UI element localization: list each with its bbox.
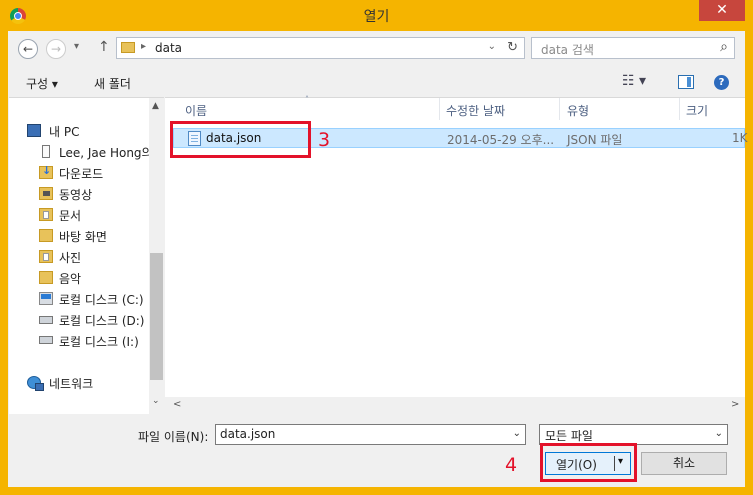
preview-pane-icon[interactable] (678, 75, 694, 89)
title-bar[interactable]: 열기 ✕ (0, 0, 753, 31)
computer-icon (27, 124, 41, 137)
nav-item-label: 로컬 디스크 (I:) (59, 335, 139, 349)
nav-item-label: 네트워크 (49, 377, 94, 391)
nav-item-label: 로컬 디스크 (C:) (59, 293, 144, 307)
column-header-type[interactable]: 유형 (567, 102, 589, 124)
organize-menu-button[interactable]: 구성 ▾ (26, 75, 58, 92)
desktop-folder-icon (39, 229, 53, 242)
nav-item-label: 음악 (59, 272, 82, 286)
filename-value: data.json (220, 427, 276, 441)
close-button[interactable]: ✕ (699, 0, 745, 21)
nav-item-label: Lee, Jae Hong의 (59, 146, 153, 160)
nav-item-label: 사진 (59, 251, 82, 265)
nav-item-label: 문서 (59, 209, 82, 223)
annotation-step-number: 3 (318, 129, 331, 151)
search-icon[interactable]: ⌕ (720, 39, 728, 55)
file-type-value: 모든 파일 (545, 429, 593, 443)
system-drive-icon (39, 292, 53, 305)
documents-folder-icon (39, 208, 53, 221)
file-type: JSON 파일 (567, 133, 623, 147)
downloads-folder-icon (39, 164, 53, 179)
annotation-highlight-open-button (540, 443, 637, 482)
column-divider[interactable] (559, 98, 560, 120)
window-title: 열기 (363, 9, 390, 25)
refresh-icon[interactable]: ↻ (507, 40, 518, 55)
scroll-left-icon[interactable]: < (173, 399, 181, 410)
annotation-highlight-file (170, 121, 311, 158)
search-input[interactable]: data 검색 ⌕ (531, 37, 735, 59)
nav-item-label: 다운로드 (59, 167, 104, 181)
pictures-folder-icon (39, 250, 53, 263)
change-view-button[interactable]: ☷ ▾ (622, 73, 646, 89)
nav-item-label: 내 PC (49, 125, 80, 139)
annotation-step-number: 4 (505, 454, 518, 476)
nav-item-label: 로컬 디스크 (D:) (59, 314, 145, 328)
nav-item-label: 바탕 화면 (59, 230, 107, 244)
file-list-horizontal-scrollbar[interactable]: < > (165, 397, 745, 414)
scroll-right-icon[interactable]: > (731, 399, 739, 410)
back-button[interactable]: ← (18, 39, 38, 59)
breadcrumb-current-folder[interactable]: data (155, 41, 182, 55)
forward-button[interactable]: → (46, 39, 66, 59)
column-divider[interactable] (679, 98, 680, 120)
file-type-dropdown-icon[interactable]: ⌄ (715, 428, 723, 439)
sort-ascending-icon: ˄ (305, 95, 309, 104)
filename-input[interactable]: data.json ⌄ (215, 424, 526, 445)
recent-locations-button[interactable]: ▾ (74, 41, 79, 52)
file-size: 1K (732, 131, 748, 145)
music-folder-icon (39, 271, 53, 284)
scroll-down-icon[interactable]: ⌄ (152, 396, 160, 406)
filename-dropdown-icon[interactable]: ⌄ (513, 428, 521, 439)
scroll-up-icon[interactable]: ▲ (152, 101, 159, 111)
open-file-dialog: 열기 ✕ ← → ▾ ↑ ▸ data ⌄ ↻ data 검색 ⌕ 구성 ▾ 새… (0, 0, 753, 495)
dialog-body: ← → ▾ ↑ ▸ data ⌄ ↻ data 검색 ⌕ 구성 ▾ 새 폴더 ☷… (8, 31, 748, 487)
network-icon (27, 376, 44, 391)
address-bar[interactable]: ▸ data ⌄ ↻ (116, 37, 525, 59)
folder-icon (121, 42, 135, 53)
scrollbar-thumb[interactable] (150, 253, 163, 380)
navigation-pane: 내 PC Lee, Jae Hong의 다운로드 동영상 문서 바탕 화면 (9, 97, 164, 414)
breadcrumb-chevron-icon[interactable]: ▸ (141, 41, 146, 52)
column-header-modified[interactable]: 수정한 날짜 (446, 102, 505, 124)
user-folder-icon (42, 145, 50, 158)
command-toolbar: 구성 ▾ 새 폴더 ☷ ▾ ? (8, 67, 745, 97)
file-modified-date: 2014-05-29 오후... (447, 133, 555, 147)
usb-drive-icon (39, 336, 53, 344)
file-type-select[interactable]: 모든 파일 ⌄ (539, 424, 728, 445)
drive-icon (39, 316, 53, 324)
column-header-size[interactable]: 크기 (686, 102, 708, 124)
videos-folder-icon (39, 187, 53, 200)
help-icon[interactable]: ? (714, 75, 729, 90)
column-divider[interactable] (439, 98, 440, 120)
up-folder-button[interactable]: ↑ (98, 39, 110, 55)
new-folder-button[interactable]: 새 폴더 (94, 75, 131, 92)
navigation-scrollbar[interactable]: ▲ ⌄ (149, 98, 164, 414)
cancel-button[interactable]: 취소 (641, 452, 727, 475)
nav-item-label: 동영상 (59, 188, 93, 202)
address-dropdown-icon[interactable]: ⌄ (488, 41, 496, 52)
filename-label: 파일 이름(N): (138, 430, 209, 444)
search-placeholder: data 검색 (541, 43, 594, 57)
